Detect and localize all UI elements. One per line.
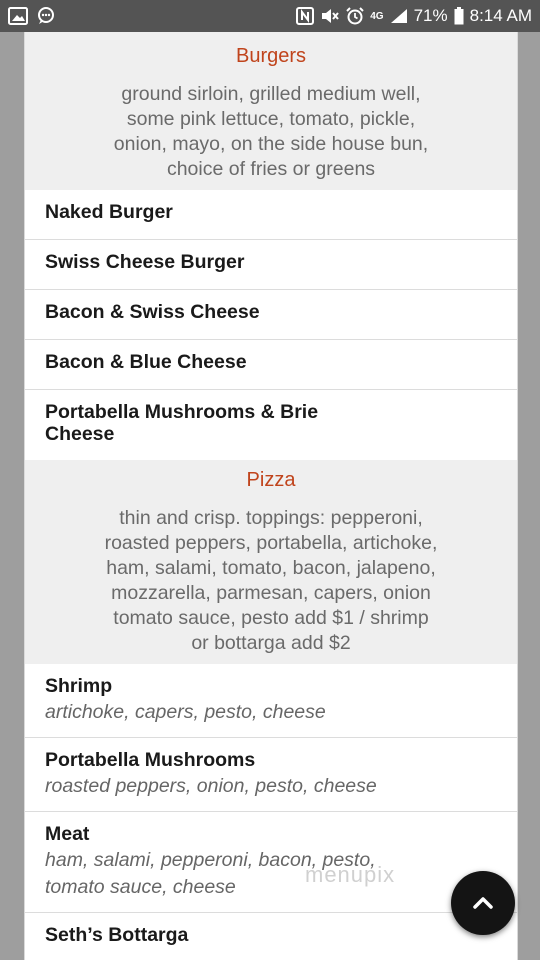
- menu-item-name: Swiss Cheese Burger: [45, 251, 245, 273]
- description-line: onion, mayo, on the side house bun,: [113, 133, 429, 155]
- status-bar-right: 4G 71% 8:14 AM: [296, 6, 532, 26]
- nfc-icon: [296, 7, 315, 25]
- status-bar: 4G 71% 8:14 AM: [0, 0, 540, 32]
- chevron-up-icon: [472, 896, 494, 910]
- menu-item-name: Portabella Mushrooms: [45, 749, 256, 771]
- mute-icon: [320, 7, 340, 25]
- section-title: Burgers: [235, 45, 307, 67]
- menu-page[interactable]: Burgers ground sirloin, grilled medium w…: [24, 32, 518, 960]
- menu-item-name: Bacon & Blue Cheese: [45, 351, 247, 373]
- menu-item-name: Bacon & Swiss Cheese: [45, 301, 260, 323]
- watermark: menupix: [305, 862, 396, 887]
- message-icon: [36, 7, 56, 25]
- menu-item-name: Portabella Mushrooms & Brie Cheese: [45, 401, 497, 445]
- menu-item-description-line: ham, salami, pepperoni, bacon, pesto,: [45, 849, 376, 871]
- menu-item[interactable]: Naked Burger: [25, 190, 517, 239]
- menu-item-name: Meat: [45, 823, 90, 845]
- menu-list-burgers: Naked Burger Swiss Cheese Burger Bacon &…: [25, 190, 517, 460]
- description-line: ground sirloin, grilled medium well,: [121, 83, 421, 105]
- menu-item-description-line: tomato sauce, cheese: [45, 876, 236, 898]
- menu-item[interactable]: Bacon & Swiss Cheese: [25, 289, 517, 339]
- menu-item-name: Seth’s Bottarga: [45, 924, 189, 946]
- menu-item-name: Shrimp: [45, 675, 113, 697]
- network-type-label: 4G: [370, 10, 384, 22]
- menu-item[interactable]: Meat ham, salami, pepperoni, bacon, pest…: [25, 811, 517, 912]
- menu-item-name-line: Cheese: [45, 423, 115, 445]
- menu-item[interactable]: Portabella Mushrooms roasted peppers, on…: [25, 737, 517, 811]
- menu-item[interactable]: Seth’s Bottarga: [25, 912, 517, 957]
- description-line: or bottarga add $2: [191, 632, 351, 654]
- battery-icon: [454, 7, 464, 25]
- description-line: mozzarella, parmesan, capers, onion: [111, 582, 431, 604]
- clock: 8:14 AM: [469, 6, 532, 25]
- description-line: choice of fries or greens: [166, 158, 376, 180]
- menu-item-description: roasted peppers, onion, pesto, cheese: [45, 775, 377, 797]
- menu-item-name-line: Portabella Mushrooms & Brie: [45, 401, 319, 423]
- description-line: thin and crisp. toppings: pepperoni,: [119, 507, 423, 529]
- section-title: Pizza: [246, 469, 296, 491]
- signal-icon: [390, 8, 408, 24]
- menu-item-name: Naked Burger: [45, 201, 173, 223]
- section-description: thin and crisp. toppings: pepperoni, roa…: [43, 506, 499, 656]
- image-icon: [8, 7, 28, 25]
- menu-item-description: artichoke, capers, pesto, cheese: [45, 701, 326, 723]
- description-line: ham, salami, tomato, bacon, jalapeno,: [106, 557, 436, 579]
- section-header-pizza: Pizza thin and crisp. toppings: pepperon…: [25, 460, 517, 664]
- menu-item[interactable]: Shrimp artichoke, capers, pesto, cheese: [25, 664, 517, 737]
- menu-list-pizza: Shrimp artichoke, capers, pesto, cheese …: [25, 664, 517, 957]
- battery-percent: 71%: [413, 6, 448, 25]
- status-bar-left: [8, 7, 56, 25]
- alarm-icon: [346, 7, 364, 25]
- description-line: some pink lettuce, tomato, pickle,: [126, 108, 416, 130]
- 4g-icon: 4G: [370, 11, 383, 22]
- section-description: ground sirloin, grilled medium well, som…: [43, 82, 499, 182]
- scroll-to-top-button[interactable]: [451, 871, 515, 935]
- description-line: roasted peppers, portabella, artichoke,: [104, 532, 438, 554]
- menu-item[interactable]: Swiss Cheese Burger: [25, 239, 517, 289]
- description-line: tomato sauce, pesto add $1 / shrimp: [113, 607, 429, 629]
- menu-item[interactable]: Portabella Mushrooms & Brie Cheese: [25, 389, 517, 460]
- menu-item-description: ham, salami, pepperoni, bacon, pesto, to…: [45, 847, 497, 901]
- menu-item[interactable]: Bacon & Blue Cheese: [25, 339, 517, 389]
- section-header-burgers: Burgers ground sirloin, grilled medium w…: [25, 32, 517, 190]
